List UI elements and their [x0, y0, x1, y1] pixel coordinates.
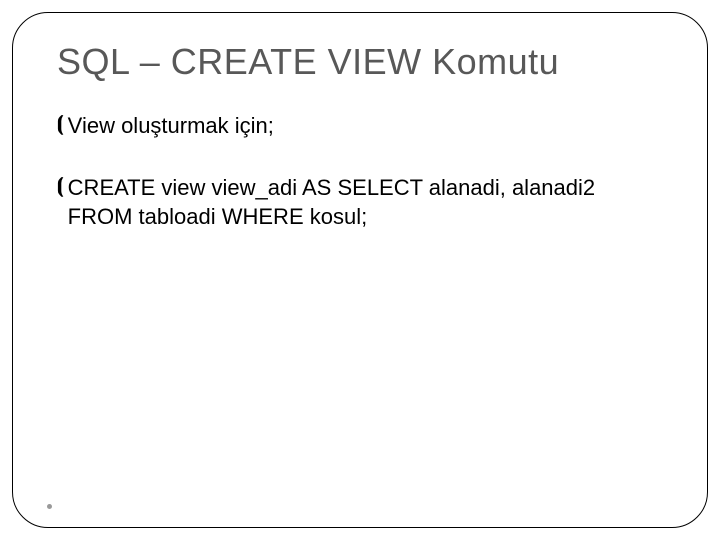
swirl-bullet-icon: ⦗ [57, 173, 64, 200]
bullet-text: CREATE view view_adi AS SELECT alanadi, … [68, 173, 663, 232]
slide-content: ⦗ View oluşturmak için; ⦗ CREATE view vi… [57, 111, 663, 232]
bullet-text: View oluşturmak için; [68, 111, 663, 141]
slide-frame: SQL – CREATE VIEW Komutu ⦗ View oluşturm… [12, 12, 708, 528]
bullet-item: ⦗ CREATE view view_adi AS SELECT alanadi… [57, 173, 663, 232]
swirl-bullet-icon: ⦗ [57, 111, 64, 138]
bullet-item: ⦗ View oluşturmak için; [57, 111, 663, 141]
page-indicator-dot [47, 504, 52, 509]
slide-title: SQL – CREATE VIEW Komutu [57, 41, 663, 83]
